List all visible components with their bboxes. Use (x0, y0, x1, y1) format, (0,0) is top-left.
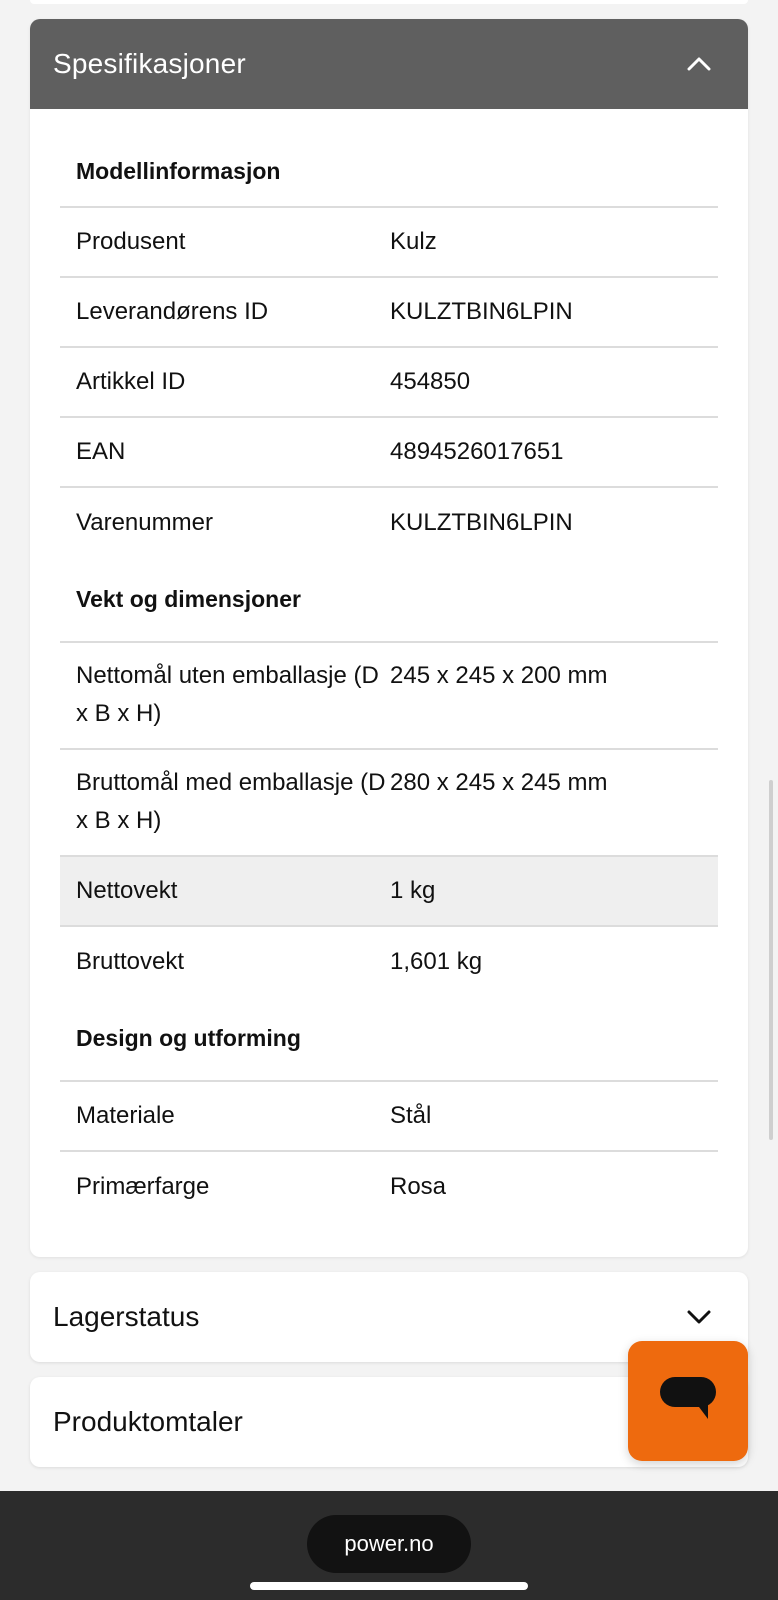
chevron-up-icon[interactable] (686, 51, 712, 77)
spec-label: Bruttovekt (76, 948, 185, 975)
spec-row-material: Materiale Stål (60, 1082, 718, 1152)
previous-card-edge (30, 0, 748, 4)
spec-row-article-id: Artikkel ID 454850 (60, 348, 718, 418)
spec-row-item-number: Varenummer KULZTBIN6LPIN (60, 488, 718, 558)
section-title-design: Design og utforming (76, 1025, 301, 1051)
spec-label: Materiale (76, 1102, 175, 1129)
chevron-down-icon[interactable] (686, 1304, 712, 1330)
spec-row-gross-dimensions: Bruttomål med emballasje (D x B x H) 280… (60, 750, 718, 857)
section-title-model-info: Modellinformasjon (76, 158, 281, 184)
spec-row-gross-weight: Bruttovekt 1,601 kg (60, 927, 718, 997)
spec-value: KULZTBIN6LPIN (390, 509, 573, 536)
spec-row-ean: EAN 4894526017651 (60, 418, 718, 488)
browser-bottom-bar: power.no (0, 1491, 778, 1600)
spec-row-supplier-id: Leverandørens ID KULZTBIN6LPIN (60, 278, 718, 348)
spec-label: Leverandørens ID (76, 298, 269, 325)
spec-label: EAN (76, 438, 126, 465)
chat-button[interactable] (628, 1341, 748, 1461)
spec-table-design: Materiale Stål Primærfarge Rosa (60, 1080, 718, 1222)
spec-row-producer: Produsent Kulz (60, 208, 718, 278)
spec-row-net-dimensions: Nettomål uten emballasje (D x B x H) 245… (60, 643, 718, 750)
specifications-header[interactable]: Spesifikasjoner (30, 19, 748, 109)
spec-value: 4894526017651 (390, 438, 564, 465)
chat-bubble-icon (658, 1373, 718, 1430)
spec-value: Rosa (390, 1173, 447, 1200)
spec-row-net-weight: Nettovekt 1 kg (60, 857, 718, 927)
spec-label: Bruttomål med emballasje (D x B x H) (76, 769, 386, 834)
spec-table-model-info: Produsent Kulz Leverandørens ID KULZTBIN… (60, 206, 718, 558)
spec-label: Varenummer (76, 509, 213, 536)
spec-value: 1 kg (390, 877, 436, 904)
url-bar[interactable]: power.no (307, 1515, 471, 1573)
spec-label: Nettomål uten emballasje (D x B x H) (76, 662, 379, 727)
spec-value: KULZTBIN6LPIN (390, 298, 573, 325)
spec-label: Artikkel ID (76, 368, 186, 395)
spec-label: Produsent (76, 228, 186, 255)
stock-status-title: Lagerstatus (53, 1301, 200, 1332)
home-indicator[interactable] (250, 1582, 528, 1590)
product-reviews-title: Produktomtaler (53, 1406, 243, 1437)
spec-label: Primærfarge (76, 1173, 210, 1200)
spec-label: Nettovekt (76, 877, 178, 904)
spec-value: Kulz (390, 228, 437, 255)
specifications-panel: Spesifikasjoner Modellinformasjon Produs… (30, 19, 748, 1257)
spec-row-primary-color: Primærfarge Rosa (60, 1152, 718, 1222)
specifications-body: Modellinformasjon Produsent Kulz Leveran… (30, 109, 748, 1222)
spec-value: 245 x 245 x 200 mm (390, 662, 608, 689)
spec-value: 454850 (390, 368, 471, 395)
section-title-weight-dimensions: Vekt og dimensjoner (76, 586, 301, 612)
spec-value: 280 x 245 x 245 mm (390, 769, 608, 796)
spec-value: 1,601 kg (390, 948, 483, 975)
spec-value: Stål (390, 1102, 432, 1129)
specifications-title: Spesifikasjoner (53, 48, 246, 79)
scrollbar[interactable] (769, 780, 773, 1140)
spec-table-weight-dimensions: Nettomål uten emballasje (D x B x H) 245… (60, 641, 718, 997)
